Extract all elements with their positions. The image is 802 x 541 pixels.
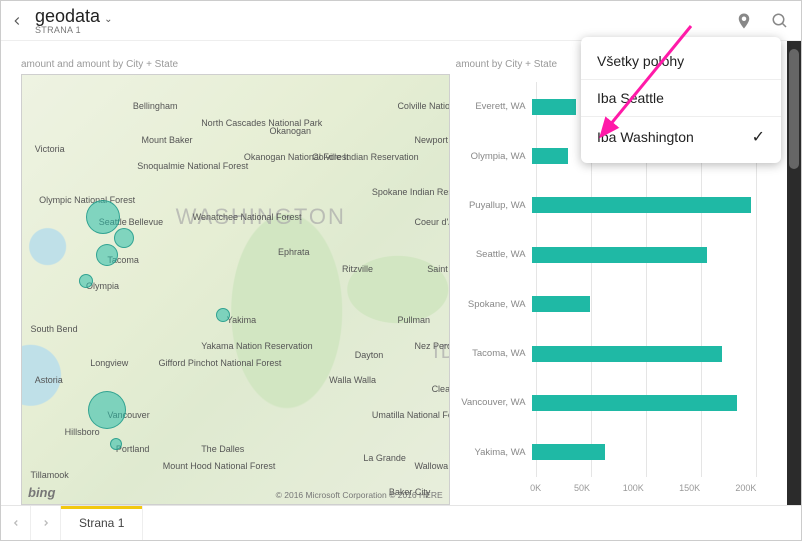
chart-bar[interactable] [532,296,591,312]
x-tick-label: 50K [574,483,590,493]
map-city-label: Tillamook [31,470,69,480]
map-city-label: Wallowa [415,461,449,471]
filter-option-seattle[interactable]: Iba Seattle [581,79,781,116]
map-city-label: Umatilla National Forest [372,410,450,420]
map-city-label: Ritzville [342,264,373,274]
dd-label: Všetky polohy [597,53,684,69]
chart-row-label: Spokane, WA [460,299,532,310]
report-title: geodata [35,7,100,25]
map-city-label: Hillsboro [65,427,100,437]
tab-label: Strana 1 [79,516,124,530]
map-city-label: Spokane Indian Reservation [372,187,450,197]
title-block[interactable]: geodata ⌄ STRANA 1 [35,7,112,35]
vertical-scrollbar[interactable] [787,41,801,505]
tab-strana-1[interactable]: Strana 1 [61,506,143,540]
map-city-label: Ephrata [278,247,310,257]
map-bubble[interactable] [79,274,93,288]
map-city-label: Olympic National Forest [39,195,135,205]
x-tick-label: 100K [623,483,644,493]
prev-page-button[interactable] [1,506,31,540]
map-city-label: Snoqualmie National Forest [137,161,248,171]
map-visual[interactable]: amount and amount by City + State WASHIN… [21,59,450,505]
map-city-label: Saint Joe National Forest [427,264,449,274]
map-city-label: Pullman [397,315,430,325]
map-city-label: Yakama Nation Reservation [201,341,312,351]
map-city-label: Walla Walla [329,375,376,385]
map-city-label: Bellevue [129,217,164,227]
map-bubble[interactable] [216,308,230,322]
chevron-down-icon: ⌄ [104,15,112,25]
filter-map-icon[interactable] [733,10,755,32]
chart-row: Vancouver, WA [460,392,767,414]
chart-row: Puyallup, WA [460,194,767,216]
chart-row-label: Vancouver, WA [460,397,532,408]
map-city-label: Longview [90,358,128,368]
map-city-label: Newport [415,135,449,145]
bing-logo: bing [28,485,55,500]
map-canvas[interactable]: WASHINGTON ID bing © 2016 Microsoft Corp… [21,74,450,505]
chart-bar[interactable] [532,346,722,362]
map-city-label: Baker City [389,487,431,497]
map-city-label: Clearwater [432,384,450,394]
chart-row: Tacoma, WA [460,343,767,365]
x-tick-label: 200K [735,483,756,493]
map-city-label: Dayton [355,350,384,360]
report-subtitle: STRANA 1 [35,26,112,35]
next-page-button[interactable] [31,506,61,540]
map-city-label: Nez Perce Indian Reservation [415,341,450,351]
map-city-label: The Dalles [201,444,244,454]
back-button[interactable] [7,11,27,31]
map-city-label: La Grande [363,453,406,463]
page-tabs: Strana 1 [1,505,801,540]
map-city-label: Yakima [227,315,256,325]
map-city-label: Mount Baker [141,135,192,145]
map-bubble[interactable] [86,200,120,234]
map-city-label: Okanogan [269,126,311,136]
map-title: amount and amount by City + State [21,59,450,70]
chart-row-label: Puyallup, WA [460,200,532,211]
chart-bar[interactable] [532,395,737,411]
map-city-label: Colville Indian Reservation [312,152,419,162]
map-city-label: Coeur d'Alene National Forest [415,217,450,227]
map-bubble[interactable] [110,438,122,450]
map-city-label: Gifford Pinchot National Forest [159,358,282,368]
dd-label: Iba Washington [597,129,694,145]
map-city-label: Astoria [35,375,63,385]
dd-label: Iba Seattle [597,90,664,106]
map-bubble[interactable] [88,391,126,429]
filter-option-washington[interactable]: Iba Washington ✓ [581,116,781,157]
chart-bar[interactable] [532,148,569,164]
header-bar: geodata ⌄ STRANA 1 [1,1,801,41]
map-city-label: Bellingham [133,101,178,111]
chart-row-label: Olympia, WA [460,151,532,162]
map-city-label: Colville National Forest [397,101,449,111]
map-bubble[interactable] [114,228,134,248]
chart-row-label: Everett, WA [460,101,532,112]
chart-row-label: Seattle, WA [460,249,532,260]
chart-bar[interactable] [532,197,752,213]
chart-row: Seattle, WA [460,244,767,266]
chart-bar[interactable] [532,247,708,263]
map-city-label: Mount Hood National Forest [163,461,276,471]
x-tick-label: 0K [530,483,541,493]
chart-row: Yakima, WA [460,441,767,463]
map-city-label: South Bend [31,324,78,334]
map-city-label: Wenatchee National Forest [193,212,302,222]
x-tick-label: 150K [679,483,700,493]
filter-option-all[interactable]: Všetky polohy [581,43,781,79]
chart-row: Spokane, WA [460,293,767,315]
location-filter-menu: Všetky polohy Iba Seattle Iba Washington… [581,37,781,163]
chart-bar[interactable] [532,444,605,460]
chart-row-label: Yakima, WA [460,447,532,458]
search-icon[interactable] [769,10,791,32]
check-icon: ✓ [752,127,765,147]
chart-row-label: Tacoma, WA [460,348,532,359]
chart-bar[interactable] [532,99,576,115]
map-city-label: Victoria [35,144,65,154]
